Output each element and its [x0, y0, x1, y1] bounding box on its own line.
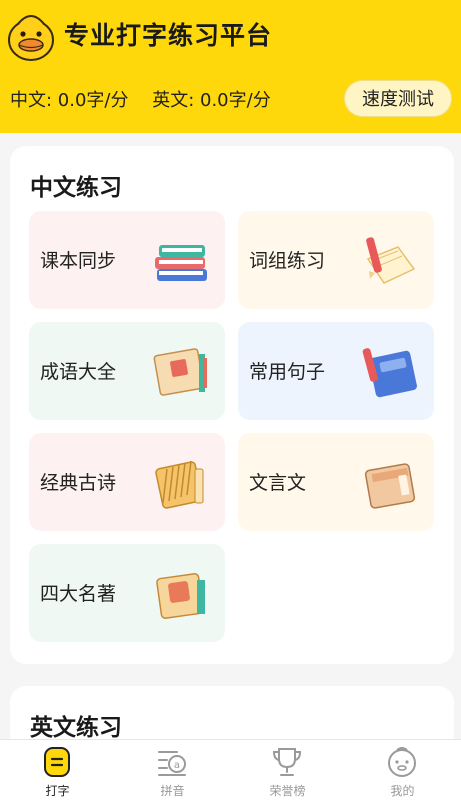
bamboo-book-icon — [155, 460, 204, 509]
tile-four-classics[interactable]: 四大名著 — [29, 544, 225, 642]
tile-classic-poems[interactable]: 经典古诗 — [29, 433, 225, 531]
tile-label: 四大名著 — [40, 583, 117, 605]
blue-notebook-pencil-icon — [362, 348, 417, 398]
english-speed: 英文: 0.0字/分 — [152, 90, 271, 111]
tile-label: 经典古诗 — [40, 472, 117, 494]
tile-common-sentences[interactable]: 常用句子 — [238, 322, 434, 420]
app-title: 专业打字练习平台 — [64, 21, 273, 50]
tile-label: 文言文 — [249, 472, 307, 494]
scroll-book-icon — [153, 348, 207, 396]
tile-label: 课本同步 — [40, 250, 117, 272]
chinese-practice-card: 中文练习 课本同步 词组练习 成语大全 常用句子 经典古诗 文言文 四大名著 — [10, 146, 454, 664]
typing-icon — [44, 747, 70, 777]
profile-face-icon — [388, 747, 416, 777]
svg-text:a: a — [174, 760, 180, 771]
tab-label: 拼音 — [160, 784, 185, 798]
tile-classical-chinese[interactable]: 文言文 — [238, 433, 434, 531]
tile-label: 词组练习 — [249, 250, 326, 272]
tab-label: 打字 — [45, 784, 70, 798]
classic-novel-icon — [156, 573, 205, 619]
notebook-pencil-icon — [366, 237, 416, 284]
bottom-tab-bar: 打字 a 拼音 荣誉榜 我的 — [0, 739, 461, 800]
speed-test-button[interactable]: 速度测试 — [344, 80, 452, 117]
tile-idioms[interactable]: 成语大全 — [29, 322, 225, 420]
tile-phrase-practice[interactable]: 词组练习 — [238, 211, 434, 309]
tab-pinyin[interactable]: a 拼音 — [115, 740, 230, 800]
chinese-speed: 中文: 0.0字/分 — [10, 90, 129, 111]
tab-honor-board[interactable]: 荣誉榜 — [230, 740, 345, 800]
tile-label: 常用句子 — [249, 361, 326, 383]
tab-typing[interactable]: 打字 — [0, 740, 115, 800]
tab-mine[interactable]: 我的 — [345, 740, 460, 800]
tile-textbook-sync[interactable]: 课本同步 — [29, 211, 225, 309]
textbook-stack-icon — [155, 245, 207, 281]
tab-label: 荣誉榜 — [269, 784, 306, 798]
tab-label: 我的 — [390, 784, 415, 798]
app-header: 专业打字练习平台 中文: 0.0字/分 英文: 0.0字/分 速度测试 — [0, 0, 461, 133]
tile-label: 成语大全 — [40, 361, 117, 383]
duck-logo-icon — [8, 15, 54, 61]
ancient-book-icon — [364, 463, 416, 509]
section-title: 英文练习 — [30, 715, 122, 741]
speed-stats: 中文: 0.0字/分 英文: 0.0字/分 — [10, 86, 289, 112]
trophy-icon — [272, 748, 302, 776]
section-title: 中文练习 — [30, 175, 122, 201]
pinyin-icon: a — [158, 751, 186, 776]
